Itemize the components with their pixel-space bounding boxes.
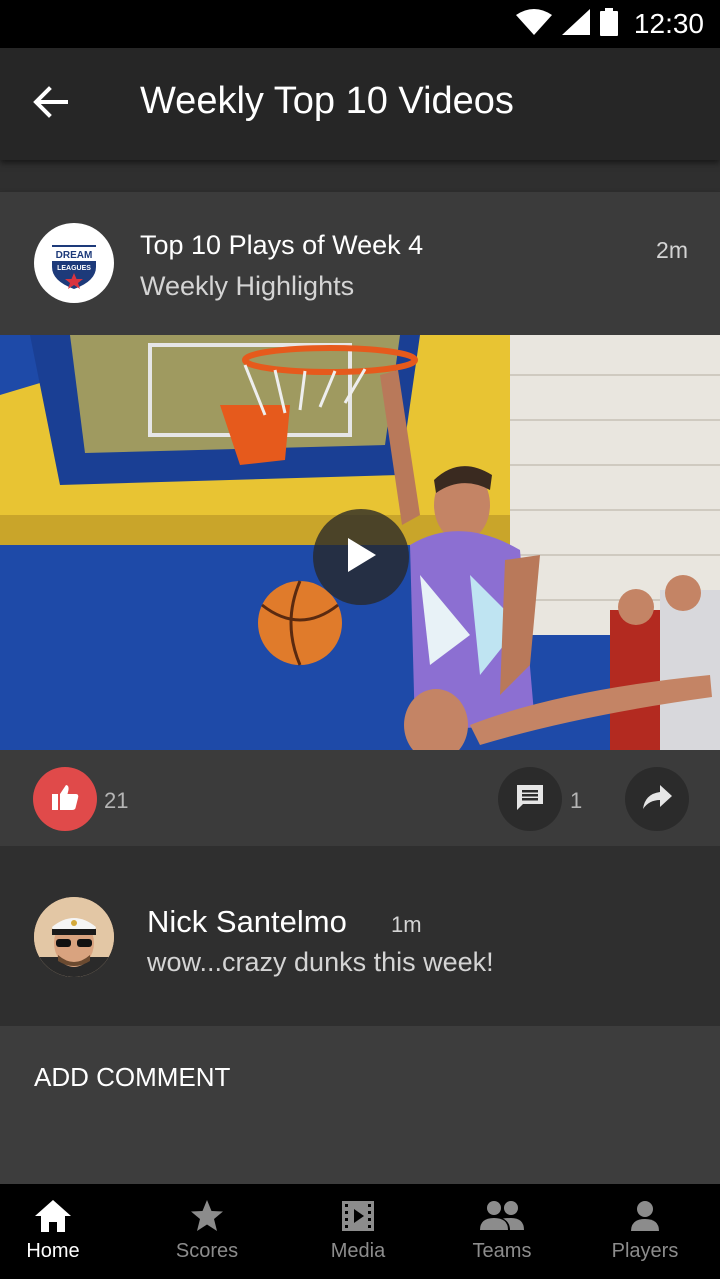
thumbs-up-icon	[50, 782, 80, 817]
comment-count: 1	[570, 788, 583, 813]
nav-item-media[interactable]: Media	[310, 1184, 406, 1279]
post-time: 2m	[656, 237, 688, 263]
comment-item: Nick Santelmo 1m wow...crazy dunks this …	[0, 846, 720, 1026]
page-title: Weekly Top 10 Videos	[140, 80, 514, 122]
post-subtitle: Weekly Highlights	[140, 271, 355, 301]
back-button[interactable]	[22, 76, 78, 132]
post-actions: 21 1	[0, 750, 720, 846]
video-thumbnail[interactable]	[0, 335, 720, 750]
bottom-nav: Home Scores Media Teams Players	[0, 1184, 720, 1279]
nav-label-home: Home	[26, 1240, 80, 1262]
post-card: DREAM LEAGUES Top 10 Plays of Week 4 Wee…	[0, 192, 720, 846]
comment-icon	[515, 782, 545, 817]
arrow-left-icon	[32, 85, 68, 123]
play-button[interactable]	[313, 509, 409, 605]
add-comment-field[interactable]: ADD COMMENT	[0, 1026, 720, 1184]
battery-icon	[599, 7, 618, 41]
comment-text: wow...crazy dunks this week!	[147, 947, 494, 977]
nav-item-home[interactable]: Home	[0, 1184, 106, 1279]
nav-label-players: Players	[611, 1240, 679, 1262]
commenter-name[interactable]: Nick Santelmo	[147, 904, 347, 940]
share-button[interactable]	[625, 767, 689, 831]
signal-icon	[561, 8, 590, 40]
nav-label-media: Media	[330, 1240, 386, 1262]
film-icon	[341, 1198, 375, 1234]
home-icon	[33, 1198, 73, 1234]
star-icon	[189, 1198, 225, 1234]
nav-label-scores: Scores	[175, 1240, 239, 1262]
people-icon	[479, 1198, 525, 1234]
league-logo: DREAM LEAGUES	[34, 223, 114, 303]
logo-subtext: LEAGUES	[57, 265, 91, 272]
post-header[interactable]: DREAM LEAGUES Top 10 Plays of Week 4 Wee…	[0, 192, 720, 335]
nav-label-teams: Teams	[472, 1240, 532, 1262]
comment-button[interactable]	[498, 767, 562, 831]
nav-item-teams[interactable]: Teams	[454, 1184, 550, 1279]
app-bar: Weekly Top 10 Videos	[0, 48, 720, 160]
status-bar: 12:30	[0, 0, 720, 48]
like-count: 21	[104, 788, 129, 813]
wifi-icon	[515, 8, 552, 40]
play-icon	[344, 536, 378, 579]
nav-item-scores[interactable]: Scores	[158, 1184, 256, 1279]
logo-text: DREAM	[56, 250, 93, 261]
like-button[interactable]	[33, 767, 97, 831]
post-title: Top 10 Plays of Week 4	[140, 230, 424, 260]
nav-item-players[interactable]: Players	[596, 1184, 694, 1279]
share-icon	[641, 783, 673, 816]
avatar[interactable]	[34, 897, 114, 977]
status-time: 12:30	[633, 8, 704, 39]
status-icons: 12:30	[515, 0, 704, 48]
comment-time: 1m	[391, 912, 422, 937]
person-icon	[629, 1198, 661, 1234]
add-comment-label: ADD COMMENT	[34, 1062, 231, 1092]
